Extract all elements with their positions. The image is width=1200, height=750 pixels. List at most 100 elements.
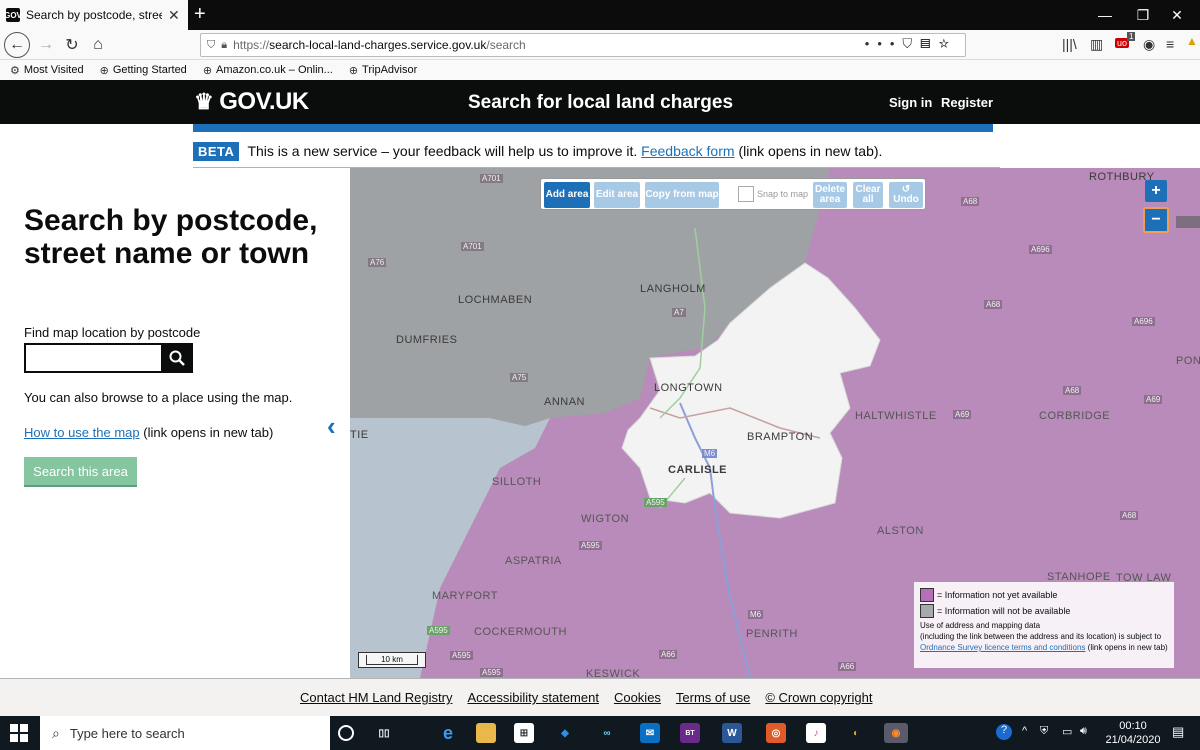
road-label: A595 [644,498,667,507]
task-view-icon[interactable]: ▯▯ [374,723,394,743]
url-host: search-local-land-charges.service.gov.uk [269,38,487,52]
road-label: A595 [427,626,450,635]
os-licence-link[interactable]: Ordnance Survey licence terms and condit… [920,643,1085,652]
notifications-icon[interactable]: ▤ [1172,724,1184,740]
back-icon[interactable]: ← [4,32,30,58]
undo-label: Undo [893,194,919,205]
footer-link-accessibility[interactable]: Accessibility statement [467,690,599,705]
browser-tab[interactable]: GOV Search by postcode, street nam ✕ [0,0,188,30]
road-label: A595 [579,541,602,550]
dropbox-icon[interactable]: ◆ [555,723,575,743]
taskbar-clock[interactable]: 00:10 21/04/2020 [1103,719,1163,747]
edge-icon[interactable]: e [438,723,458,743]
sidebar-icon[interactable]: ▥ [1090,36,1103,53]
place-label: DUMFRIES [396,334,458,346]
page-title: Search by postcode, street name or town [24,204,318,270]
tab-close-icon[interactable]: ✕ [168,7,180,24]
lock-icon[interactable]: 🔒︎ [221,39,227,52]
legend-note-line: Use of address and mapping data [920,621,1041,630]
legend-label: = Information will not be available [937,606,1071,616]
map[interactable]: ROTHBURY LANGHOLM LOCHMABEN DUMFRIES ANN… [350,168,1200,678]
word-icon[interactable]: W [722,723,742,743]
place-label: PENRITH [746,628,798,640]
zoom-in-button[interactable]: + [1145,180,1167,202]
bt-sport-icon[interactable]: BT [680,723,700,743]
copy-from-map-button[interactable]: Copy from map [645,182,719,208]
tab-title: Search by postcode, street nam [26,8,162,22]
road-label: A68 [1120,511,1139,520]
bookmark-getting-started[interactable]: ⊕ Getting Started [100,64,187,77]
edit-area-button[interactable]: Edit area [594,182,640,208]
search-button[interactable] [161,343,193,373]
taskbar-search-input[interactable]: ⌕ Type here to search [40,716,330,750]
feedback-link[interactable]: Feedback form [641,143,734,159]
network-icon[interactable]: ▭ [1062,725,1072,738]
tracking-shield-icon[interactable]: ⛉ [207,39,215,52]
road-label: A76 [368,258,387,267]
place-label: COCKERMOUTH [474,626,567,638]
search-this-area-button[interactable]: Search this area [24,457,137,485]
road-label-fragment [1176,216,1200,228]
forward-icon[interactable]: → [34,33,58,57]
footer-link-terms[interactable]: Terms of use [676,690,750,705]
add-area-button[interactable]: Add area [544,182,590,208]
bookmark-amazon[interactable]: ⊕ Amazon.co.uk – Onlin... [203,64,333,77]
firefox-icon[interactable]: ◉ [884,723,908,743]
url-bar[interactable]: ⛉ 🔒︎ https://search-local-land-charges.s… [200,33,966,57]
store-icon[interactable]: ⊞ [514,723,534,743]
register-link[interactable]: Register [941,95,993,110]
how-to-use-map-link[interactable]: How to use the map [24,425,140,440]
place-label: ANNAN [544,396,586,408]
url-protocol: https:// [233,38,270,52]
road-label: A595 [450,651,473,660]
security-icon[interactable]: ⛨ [1040,725,1048,738]
cortana-icon[interactable] [338,725,354,741]
snap-to-map-checkbox[interactable] [738,186,754,202]
place-label: ALSTON [877,525,924,537]
service-name[interactable]: Search for local land charges [468,92,733,114]
clock-time: 00:10 [1119,720,1147,732]
windows-start-icon[interactable] [10,724,28,742]
file-explorer-icon[interactable] [476,723,496,743]
road-label: A68 [961,197,980,206]
itunes-icon[interactable]: ♪ [806,723,826,743]
clock-date: 21/04/2020 [1105,734,1161,746]
legend-swatch-grey [920,604,934,618]
govuk-logo[interactable]: ♛ GOV.UK [194,88,309,116]
howto-suffix: (link opens in new tab) [143,425,274,440]
mail-icon[interactable]: ✉ [640,723,660,743]
browser-tab-bar: GOV Search by postcode, street nam ✕ + —… [0,0,1200,30]
footer-link-crown-copyright[interactable]: © Crown copyright [765,690,872,705]
ublock-badge: 1 [1127,32,1136,41]
library-icon[interactable]: |||\ [1062,36,1077,52]
page-actions-icon[interactable]: •••⛉▤☆ [865,36,957,52]
clear-all-button[interactable]: Clear all [853,182,883,208]
footer-link-cookies[interactable]: Cookies [614,690,661,705]
reload-icon[interactable]: ↻ [60,33,84,57]
warning-icon[interactable]: ▲ [1186,34,1198,48]
bookmark-label: Most Visited [23,64,84,76]
chevron-left-icon[interactable]: ‹ [327,411,336,442]
menu-icon[interactable]: ≡ [1166,36,1174,52]
beta-tag: BETA [193,141,240,161]
bookmark-tripadvisor[interactable]: ⊕ TripAdvisor [349,64,417,77]
account-icon[interactable]: ◉ [1143,36,1155,53]
legend-note: Use of address and mapping data (includi… [920,620,1168,653]
delete-area-button[interactable]: Delete area [813,182,847,208]
footer-link-contact[interactable]: Contact HM Land Registry [300,690,452,705]
tray-chevron-up-icon[interactable]: ^ [1022,725,1027,737]
govuk-header: ♛ GOV.UK Search for local land charges S… [0,80,1200,124]
new-tab-icon[interactable]: + [194,4,206,24]
sign-in-link[interactable]: Sign in [889,95,932,110]
home-icon[interactable]: ⌂ [86,33,110,57]
place-label: TIE [350,429,369,441]
window-close-icon[interactable]: ✕ [1154,0,1200,30]
volume-icon[interactable]: 🔊︎ [1080,725,1087,738]
infinity-icon[interactable]: ∞ [597,723,617,743]
app-icon[interactable]: ◎ [766,723,786,743]
zoom-out-button[interactable]: − [1143,207,1169,233]
vpn-icon[interactable]: ◐ [846,723,866,743]
bookmark-most-visited[interactable]: ⚙ Most Visited [10,64,84,77]
help-icon[interactable]: ? [996,724,1012,740]
undo-button[interactable]: ↺ Undo [889,182,923,208]
